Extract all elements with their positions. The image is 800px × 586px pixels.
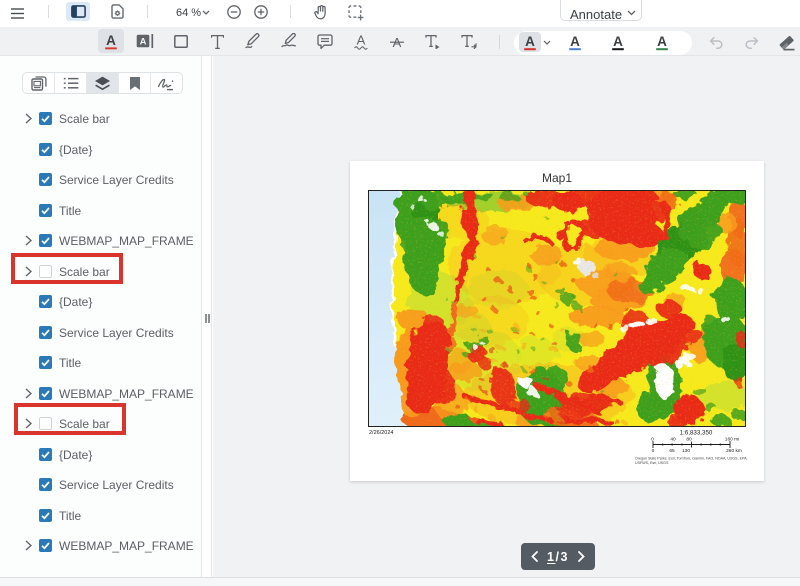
svg-text:65: 65 <box>669 448 675 454</box>
svg-text:A: A <box>525 34 535 49</box>
svg-text:A: A <box>570 34 580 49</box>
svg-text:A: A <box>106 33 116 48</box>
svg-text:160 mi: 160 mi <box>725 437 739 443</box>
svg-text:260 km: 260 km <box>726 448 742 454</box>
svg-text:130: 130 <box>682 448 690 454</box>
svg-text:USFWS, Esri, USGS: USFWS, Esri, USGS <box>635 461 669 465</box>
svg-text:A: A <box>357 33 366 48</box>
svg-text:A: A <box>613 34 623 49</box>
svg-text:40: 40 <box>670 437 676 443</box>
svg-text:0: 0 <box>652 448 655 454</box>
svg-text:A: A <box>657 34 667 49</box>
svg-text:A: A <box>140 37 147 48</box>
svg-text:1:6,833,350: 1:6,833,350 <box>680 430 713 437</box>
